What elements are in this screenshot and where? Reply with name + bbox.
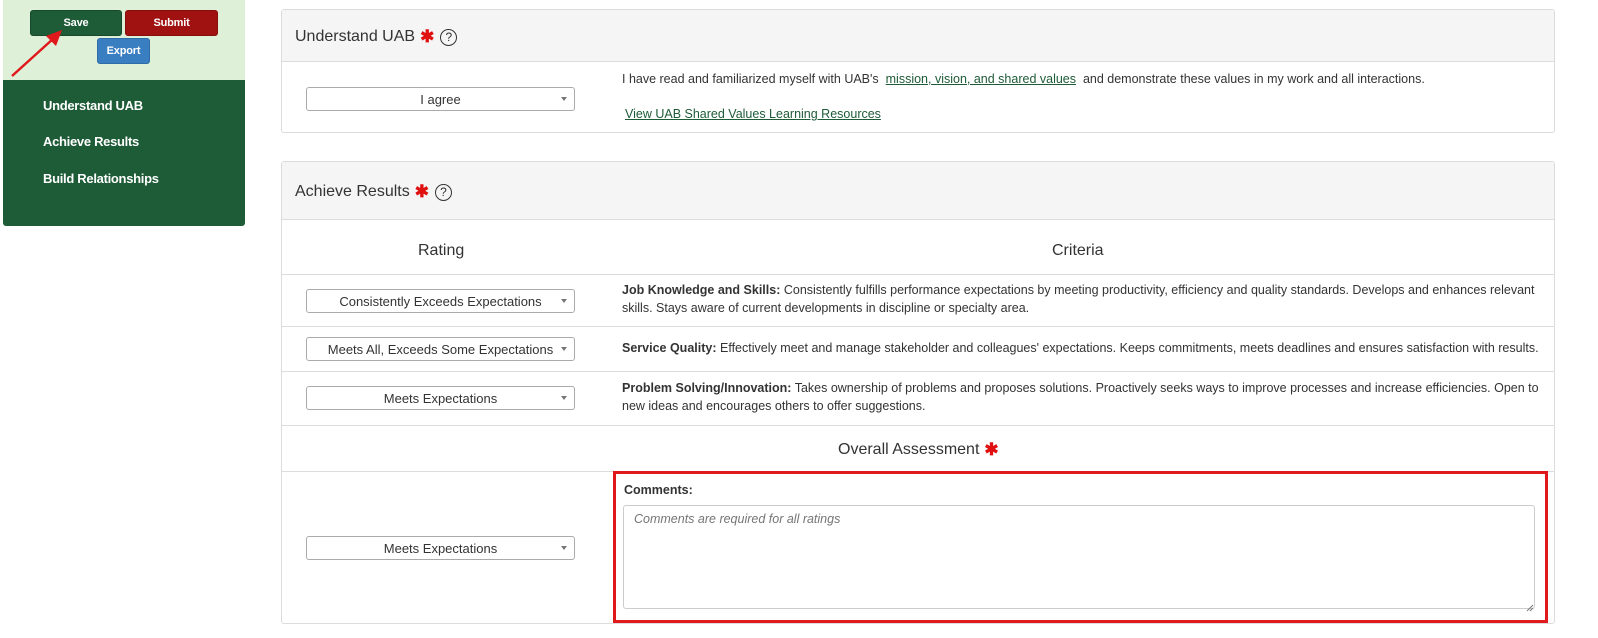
divider	[282, 274, 1554, 275]
comments-highlight-box: Comments:	[613, 471, 1548, 623]
understand-uab-panel: Understand UAB ✱ ? I agree I have read a…	[281, 9, 1555, 133]
criteria-column-header: Criteria	[1052, 242, 1104, 259]
panel-header: Understand UAB ✱ ?	[282, 10, 1554, 62]
sidebar-nav: Understand UAB Achieve Results Build Rel…	[3, 80, 245, 226]
save-button[interactable]: Save	[30, 10, 122, 36]
help-icon[interactable]: ?	[440, 28, 458, 46]
overall-assessment-title: Overall Assessment ✱	[838, 440, 999, 460]
select-value: Meets Expectations	[383, 390, 498, 406]
rating-select-service-quality[interactable]: Meets All, Exceeds Some Expectations	[306, 337, 575, 361]
select-value: Consistently Exceeds Expectations	[339, 293, 542, 309]
achieve-results-panel: Achieve Results ✱ ? Rating Criteria Cons…	[281, 161, 1555, 624]
chevron-down-icon	[561, 299, 567, 303]
sidebar: Save Submit Export Understand UAB Achiev…	[3, 0, 245, 226]
criteria-service-quality: Service Quality: Effectively meet and ma…	[622, 339, 1542, 357]
chevron-down-icon	[561, 97, 567, 101]
panel-title-text: Understand UAB	[295, 28, 416, 45]
values-statement: I have read and familiarized myself with…	[622, 70, 1425, 88]
overall-rating-select[interactable]: Meets Expectations	[306, 536, 575, 560]
required-icon: ✱	[420, 27, 435, 46]
export-button[interactable]: Export	[97, 38, 150, 64]
help-icon[interactable]: ?	[434, 183, 452, 201]
divider	[282, 371, 1554, 372]
criteria-label: Problem Solving/Innovation:	[622, 381, 792, 395]
sidebar-actions: Save Submit Export	[3, 0, 245, 80]
required-icon: ✱	[984, 440, 999, 459]
values-text-after: and demonstrate these values in my work …	[1082, 72, 1425, 86]
sidebar-item-understand-uab[interactable]: Understand UAB	[43, 98, 143, 113]
panel-header: Achieve Results ✱ ?	[282, 162, 1554, 220]
rating-select-job-knowledge[interactable]: Consistently Exceeds Expectations	[306, 289, 575, 313]
required-icon: ✱	[414, 182, 429, 201]
comments-label: Comments:	[624, 483, 693, 497]
sidebar-item-build-relationships[interactable]: Build Relationships	[43, 171, 159, 186]
resize-grip-icon[interactable]	[1526, 604, 1534, 612]
select-value: Meets All, Exceeds Some Expectations	[327, 341, 554, 357]
panel-title: Understand UAB ✱ ?	[295, 27, 458, 47]
learning-resources-link[interactable]: View UAB Shared Values Learning Resource…	[625, 105, 881, 123]
select-value: I agree	[420, 91, 461, 107]
criteria-problem-solving: Problem Solving/Innovation: Takes owners…	[622, 379, 1542, 415]
criteria-label: Service Quality:	[622, 341, 717, 355]
mission-values-link[interactable]: mission, vision, and shared values	[886, 72, 1076, 86]
panel-title-text: Achieve Results	[295, 183, 410, 200]
criteria-job-knowledge: Job Knowledge and Skills: Consistently f…	[622, 281, 1537, 317]
chevron-down-icon	[561, 347, 567, 351]
rating-select-problem-solving[interactable]: Meets Expectations	[306, 386, 575, 410]
select-value: Meets Expectations	[383, 540, 498, 556]
divider	[282, 425, 1554, 426]
submit-button[interactable]: Submit	[125, 10, 218, 36]
divider	[282, 326, 1554, 327]
criteria-label: Job Knowledge and Skills:	[622, 283, 781, 297]
comments-textarea[interactable]	[623, 505, 1535, 609]
sidebar-item-achieve-results[interactable]: Achieve Results	[43, 134, 139, 149]
values-text-before: I have read and familiarized myself with…	[622, 72, 879, 86]
chevron-down-icon	[561, 396, 567, 400]
overall-assessment-text: Overall Assessment	[838, 441, 980, 458]
agree-select[interactable]: I agree	[306, 87, 575, 111]
chevron-down-icon	[561, 546, 567, 550]
criteria-text: Effectively meet and manage stakeholder …	[719, 341, 1539, 355]
panel-title: Achieve Results ✱ ?	[295, 182, 452, 202]
rating-column-header: Rating	[418, 242, 465, 259]
